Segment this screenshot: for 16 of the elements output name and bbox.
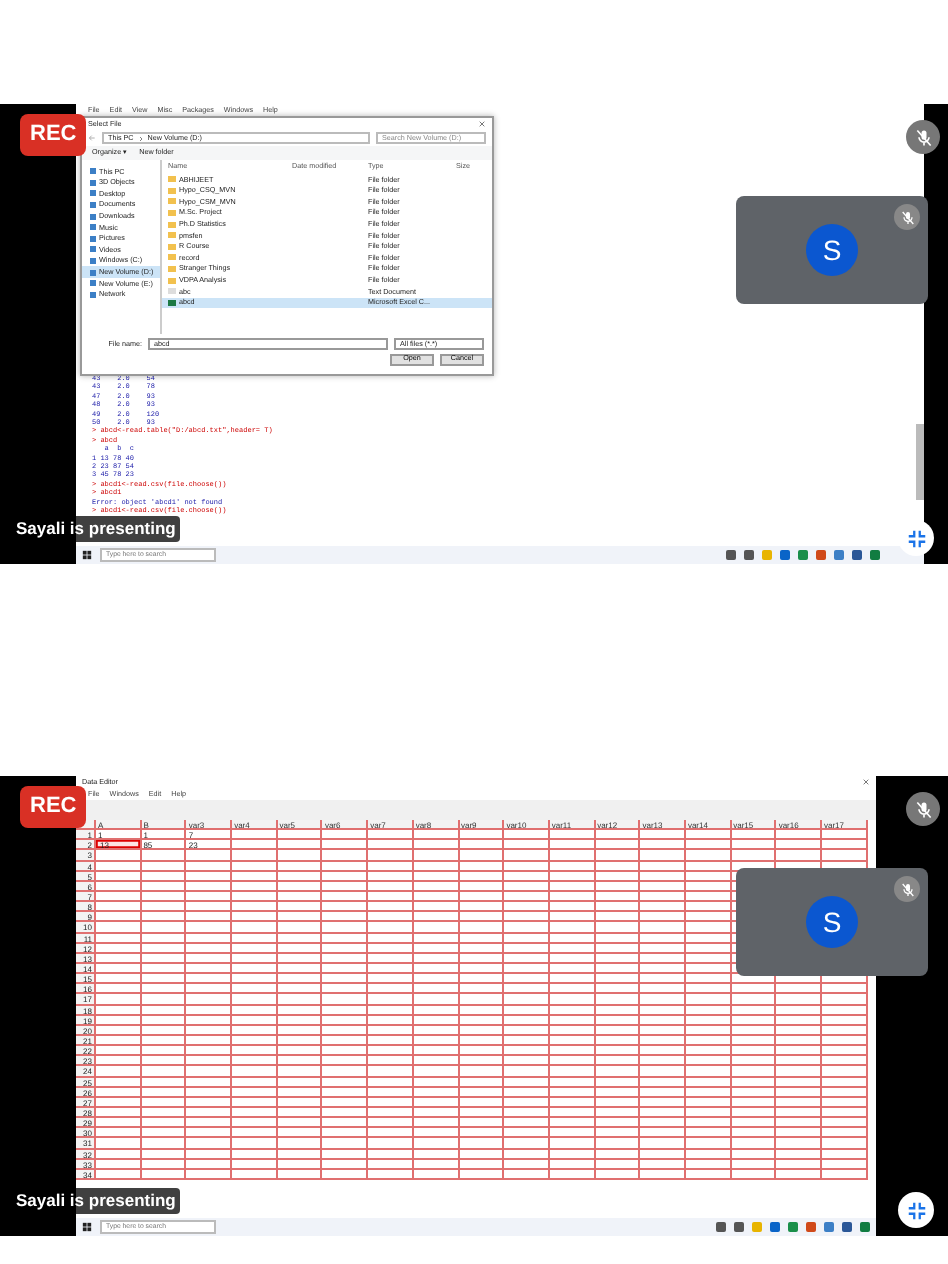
close-icon[interactable] bbox=[478, 120, 486, 128]
mic-button[interactable] bbox=[906, 120, 940, 154]
avatar: S bbox=[806, 224, 858, 276]
scrollbar[interactable] bbox=[916, 424, 924, 500]
presenter-label: Sayali is presenting bbox=[12, 1188, 180, 1214]
mic-button[interactable] bbox=[906, 792, 940, 826]
collapse-icon bbox=[905, 527, 927, 549]
presenter-label: Sayali is presenting bbox=[12, 516, 180, 542]
windows-logo-icon[interactable] bbox=[82, 550, 92, 560]
recording-badge: REC bbox=[20, 786, 87, 827]
recording-badge: REC bbox=[20, 114, 87, 155]
close-icon[interactable] bbox=[862, 778, 870, 786]
collapse-icon bbox=[905, 1199, 927, 1221]
windows-logo-icon[interactable] bbox=[82, 1222, 92, 1232]
avatar: S bbox=[806, 896, 858, 948]
collapse-button[interactable] bbox=[898, 1192, 934, 1228]
